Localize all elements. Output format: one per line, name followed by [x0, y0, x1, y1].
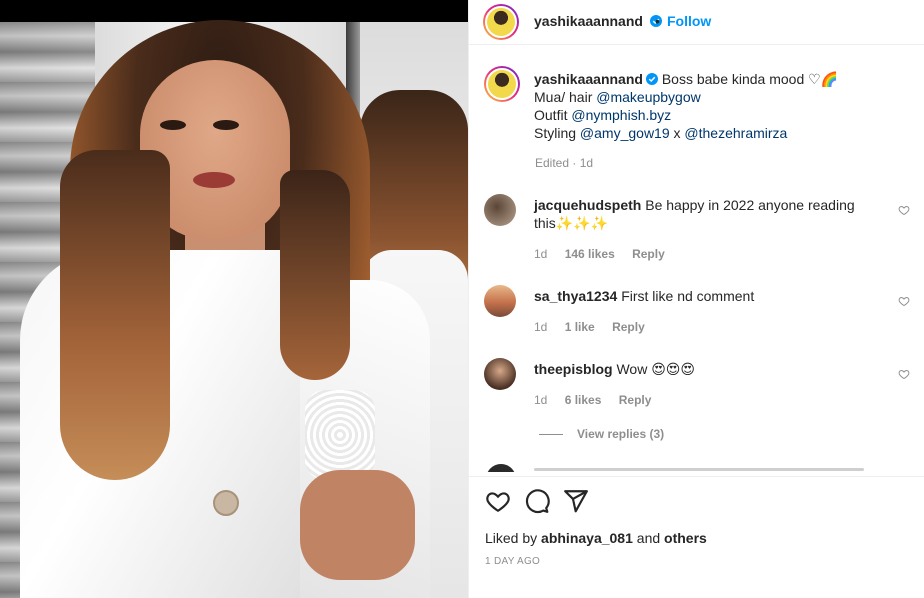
caption-text: yashikaaannand Boss babe kinda mood ♡🌈 M… [534, 70, 904, 142]
post-actions [469, 484, 924, 520]
post-panel: yashikaaannand • Follow yashikaaannand B… [468, 0, 924, 598]
liked-by-user[interactable]: abhinaya_081 [541, 530, 633, 546]
lace-top [305, 390, 375, 480]
comment-meta: 1d 6 likes Reply [534, 393, 665, 407]
comment-body: Wow 😍😍😍 [616, 361, 695, 377]
caption-line-2-prefix: Mua/ hair [534, 89, 597, 105]
view-replies-label: View replies (3) [577, 427, 665, 441]
reply-button[interactable]: Reply [619, 393, 652, 407]
caption-line-4-prefix: Styling [534, 125, 580, 141]
comment-time[interactable]: 1d [534, 393, 547, 407]
comment-likes[interactable]: 146 likes [565, 247, 615, 261]
liked-by-separator: and [632, 530, 665, 546]
heart-icon[interactable] [898, 204, 910, 216]
caption-avatar[interactable] [484, 66, 520, 102]
comment-time[interactable]: 1d [534, 320, 547, 334]
mention-makeupbygow[interactable]: @makeupbygow [596, 89, 701, 105]
next-comment-peek [484, 462, 914, 472]
mention-nymphish[interactable]: @nymphish.byz [571, 107, 671, 123]
commenter-avatar[interactable] [484, 285, 516, 317]
caption-line-3-prefix: Outfit [534, 107, 572, 123]
caption-username[interactable]: yashikaaannand [534, 71, 643, 87]
comment-text: theepisblog Wow 😍😍😍 [534, 360, 874, 378]
comment-icon[interactable] [524, 488, 550, 514]
commenter-avatar[interactable] [484, 194, 516, 226]
comment-body: First like nd comment [621, 288, 755, 304]
share-icon[interactable] [563, 488, 589, 514]
post-photo[interactable] [0, 0, 468, 598]
follow-button[interactable]: Follow [667, 13, 711, 29]
comment-likes[interactable]: 6 likes [565, 393, 602, 407]
comment-username[interactable]: sa_thya1234 [534, 288, 617, 304]
caption-line-1: Boss babe kinda mood ♡🌈 [661, 71, 839, 87]
comment-meta: 1d 1 like Reply [534, 320, 659, 334]
comment-text: jacquehudspeth Be happy in 2022 anyone r… [534, 196, 874, 232]
comment-username[interactable]: theepisblog [534, 361, 613, 377]
comment-likes[interactable]: 1 like [565, 320, 595, 334]
heart-icon[interactable] [898, 368, 910, 380]
reply-line [539, 434, 563, 436]
liked-by-others[interactable]: others [664, 530, 707, 546]
comment-username[interactable]: jacquehudspeth [534, 197, 641, 213]
separator-dot: • [655, 13, 660, 29]
comment-meta: 1d 146 likes Reply [534, 247, 679, 261]
reply-button[interactable]: Reply [612, 320, 645, 334]
comment-text: sa_thya1234 First like nd comment [534, 287, 874, 305]
view-replies-button[interactable]: View replies (3) [539, 427, 664, 441]
header-divider [469, 44, 924, 45]
left-eye [160, 120, 186, 130]
hands [300, 470, 415, 580]
actions-divider [469, 476, 924, 477]
liked-by-prefix: Liked by [485, 530, 542, 546]
mention-amy-gow19[interactable]: @amy_gow19 [580, 125, 670, 141]
hair-front-right [280, 170, 350, 380]
post-header: yashikaaannand • Follow [469, 0, 924, 44]
heart-icon[interactable] [898, 295, 910, 307]
caption-line-4-separator: x [669, 125, 685, 141]
commenter-avatar[interactable] [484, 358, 516, 390]
comment-time[interactable]: 1d [534, 247, 547, 261]
blazer-button [213, 490, 239, 516]
caption-meta: Edited · 1d [535, 156, 594, 170]
liked-by: Liked by abhinaya_081 and others [485, 530, 707, 546]
verified-badge-icon [645, 73, 658, 85]
right-eye [213, 120, 239, 130]
post-date[interactable]: 1 DAY AGO [485, 556, 540, 567]
mention-thezehramirza[interactable]: @thezehramirza [684, 125, 787, 141]
author-avatar[interactable] [483, 4, 519, 40]
hair-front-left [60, 150, 170, 480]
lips [193, 172, 235, 188]
photo-top-bar [0, 0, 468, 22]
reply-button[interactable]: Reply [632, 247, 665, 261]
heart-icon[interactable] [485, 488, 511, 514]
author-username[interactable]: yashikaaannand [534, 13, 662, 29]
